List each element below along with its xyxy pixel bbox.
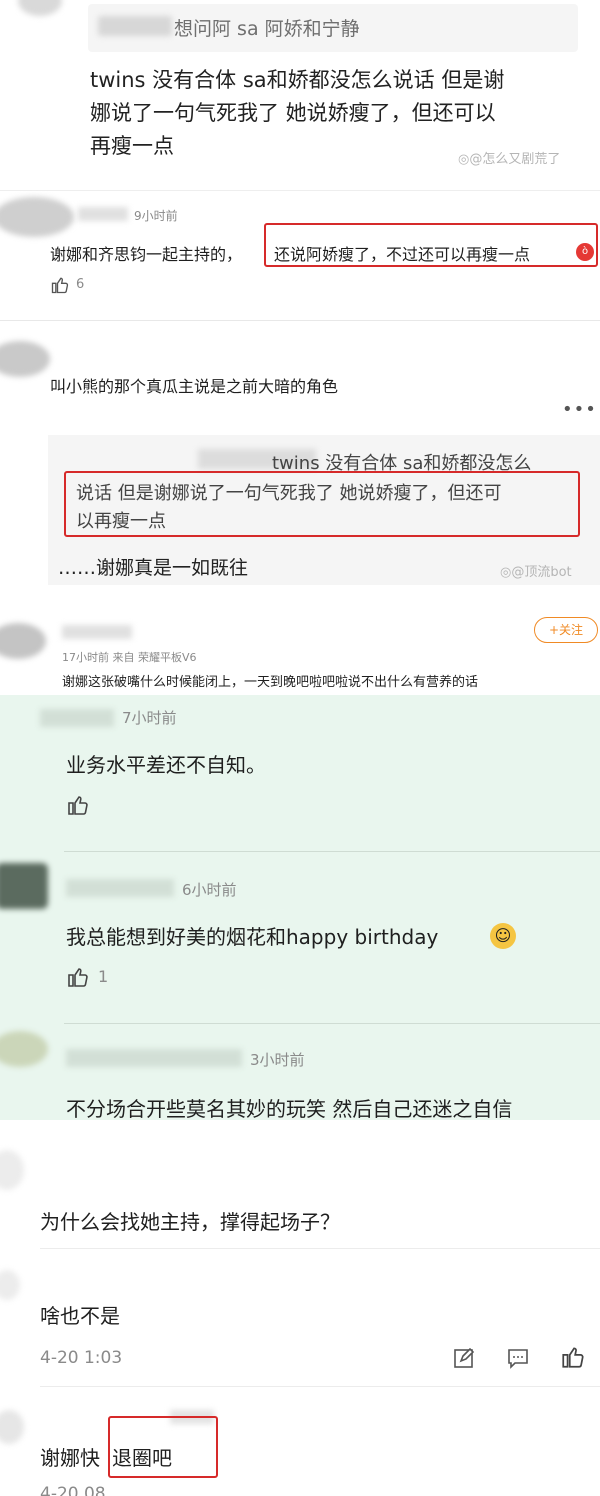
body-line: 娜说了一句气死我了 她说娇瘦了，但还可以 bbox=[90, 101, 496, 125]
edit-icon bbox=[454, 1347, 475, 1368]
comment-text: 叫小熊的那个真瓜主说是之前大暗的角色 bbox=[50, 377, 339, 396]
avatar[interactable] bbox=[0, 341, 50, 377]
reply-text: ……谢娜真是一如既往 bbox=[58, 557, 249, 579]
weibo-icon: ◎ bbox=[458, 152, 470, 167]
thumbs-up-icon bbox=[68, 968, 88, 987]
comment-time: 9小时前 bbox=[134, 209, 178, 223]
comment-date: 4-20 1:03 bbox=[40, 1348, 123, 1368]
comment-button[interactable] bbox=[506, 1346, 530, 1374]
more-options-icon[interactable]: ••• bbox=[562, 399, 597, 420]
section-4: +关注 17小时前 来自 荣耀平板V6 谢娜这张破嘴什么时候能闭上，一天到晚吧啦… bbox=[0, 615, 600, 695]
thumbs-up-icon bbox=[562, 1347, 584, 1368]
section-3: 叫小熊的那个真瓜主说是之前大暗的角色 ••• twins 没有合体 sa和娇都没… bbox=[0, 320, 600, 615]
like-button[interactable]: 1 bbox=[66, 965, 108, 993]
comment-time: 6小时前 bbox=[182, 881, 237, 899]
highlight-box bbox=[64, 471, 580, 537]
highlighted-text: 还说阿娇瘦了，不过还可以再瘦一点 bbox=[274, 245, 531, 264]
avatar[interactable] bbox=[0, 1150, 24, 1190]
section-5: 7小时前 业务水平差还不自知。 6小时前 我总能想到好美的烟花和happy bi… bbox=[0, 695, 600, 1121]
avatar[interactable] bbox=[0, 1031, 48, 1067]
comment-time: 7小时前 bbox=[122, 709, 177, 727]
avatar[interactable] bbox=[0, 1410, 24, 1444]
weibo-icon: ◎ bbox=[500, 565, 512, 580]
section-1: 想问阿 sa 阿娇和宁静 twins 没有合体 sa和娇都没怎么说话 但是谢 娜… bbox=[0, 0, 600, 190]
blurred-username bbox=[66, 879, 174, 897]
divider bbox=[64, 851, 600, 852]
quote-text: 想问阿 sa 阿娇和宁静 bbox=[174, 18, 360, 40]
answer-text: 啥也不是 bbox=[40, 1304, 120, 1328]
like-button[interactable] bbox=[560, 1344, 586, 1374]
highlight-box bbox=[108, 1416, 218, 1478]
quote-box: twins 没有合体 sa和娇都没怎么 说话 但是谢娜说了一句气死我了 她说娇瘦… bbox=[48, 435, 600, 585]
like-button[interactable]: 6 bbox=[50, 275, 84, 299]
avatar[interactable] bbox=[0, 1270, 20, 1300]
follow-button[interactable]: +关注 bbox=[534, 617, 598, 643]
section-6: 为什么会找她主持，撑得起场子？ 啥也不是 4-20 1:03 谢娜快 退圈吧 4… bbox=[0, 1120, 600, 1496]
edit-button[interactable] bbox=[452, 1346, 476, 1374]
comment-text: 我总能想到好美的烟花和happy birthday bbox=[66, 925, 439, 949]
laughing-emoji-icon: ☺ bbox=[490, 923, 516, 949]
thumbs-up-icon bbox=[68, 796, 88, 815]
blurred-username bbox=[78, 207, 128, 221]
comment-icon bbox=[508, 1349, 528, 1369]
blurred-username bbox=[66, 1049, 242, 1067]
comment-date: 4-20 08 bbox=[40, 1484, 106, 1496]
blurred-username bbox=[98, 16, 172, 36]
quote-box: 想问阿 sa 阿娇和宁静 bbox=[88, 4, 578, 52]
avatar[interactable] bbox=[0, 863, 48, 909]
divider bbox=[64, 1023, 600, 1024]
body-line: 再瘦一点 bbox=[90, 134, 174, 158]
comment-text: 谢娜快 bbox=[40, 1446, 100, 1470]
question-text: 为什么会找她主持，撑得起场子？ bbox=[40, 1210, 340, 1234]
post-body: twins 没有合体 sa和娇都没怎么说话 但是谢 娜说了一句气死我了 她说娇瘦… bbox=[90, 64, 504, 163]
weibo-watermark: ◎@怎么又剧荒了 bbox=[458, 152, 561, 167]
divider bbox=[40, 1248, 600, 1249]
comment-meta: 17小时前 来自 荣耀平板V6 bbox=[62, 651, 197, 664]
like-button[interactable] bbox=[66, 793, 90, 821]
comment-text: 谢娜这张破嘴什么时候能闭上，一天到晚吧啦吧啦说不出什么有营养的话 bbox=[62, 675, 479, 690]
body-line: twins 没有合体 sa和娇都没怎么说话 但是谢 bbox=[90, 68, 505, 92]
comment-time: 3小时前 bbox=[250, 1051, 305, 1069]
weibo-watermark: ◎@顶流bot bbox=[500, 565, 572, 580]
blurred-username bbox=[40, 709, 114, 727]
angry-emoji-icon: ò bbox=[576, 243, 594, 261]
comment-text: 业务水平差还不自知。 bbox=[66, 753, 266, 777]
avatar[interactable] bbox=[18, 0, 62, 16]
avatar[interactable] bbox=[0, 623, 46, 659]
avatar[interactable] bbox=[0, 197, 74, 237]
divider bbox=[40, 1386, 600, 1387]
like-count: 6 bbox=[76, 277, 85, 292]
comment-text: 不分场合开些莫名其妙的玩笑 然后自己还迷之自信 bbox=[66, 1097, 513, 1121]
thumbs-up-icon bbox=[51, 277, 69, 294]
like-count: 1 bbox=[98, 967, 109, 986]
comment-text: 谢娜和齐思钧一起主持的， bbox=[50, 245, 243, 264]
blurred-username bbox=[62, 625, 132, 639]
section-2: 9小时前 谢娜和齐思钧一起主持的， 还说阿娇瘦了，不过还可以再瘦一点 ò 6 bbox=[0, 190, 600, 320]
